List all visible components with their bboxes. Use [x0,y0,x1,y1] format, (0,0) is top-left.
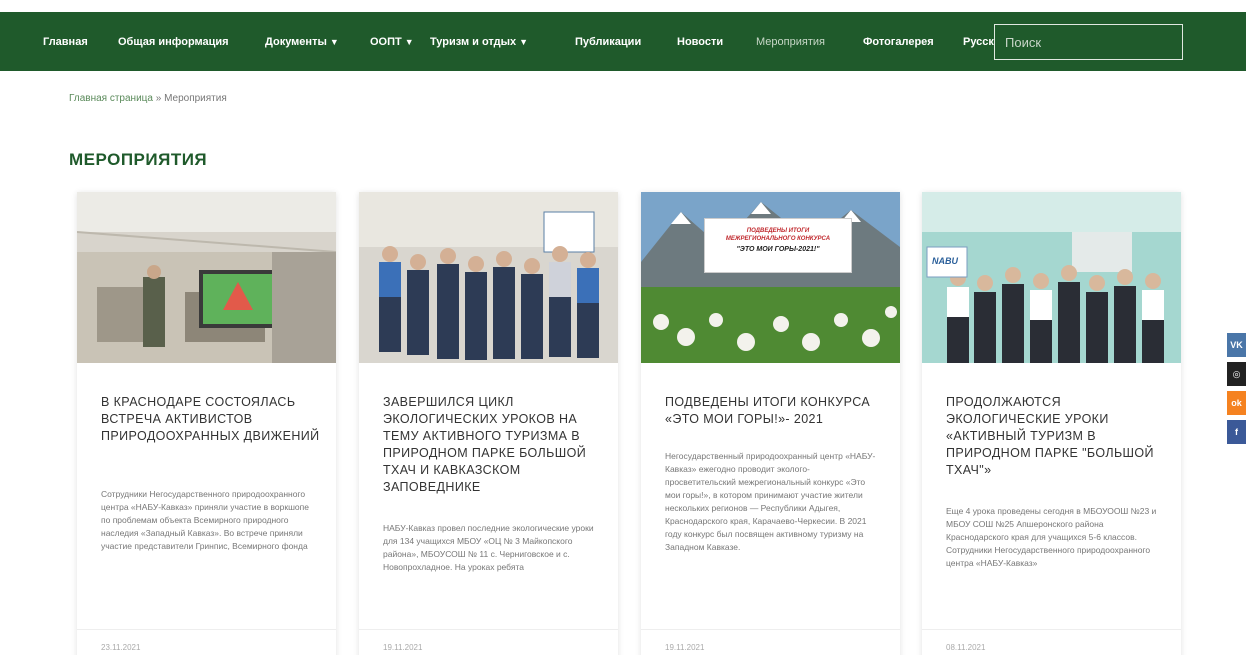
card-excerpt: Негосударственный природоохранный центр … [665,451,876,552]
vk-icon[interactable]: VK [1227,333,1246,357]
card-date: 19.11.2021 [665,643,705,652]
nav-item-oopt[interactable]: ООПТ ▼ [370,12,414,71]
instagram-icon[interactable]: ◎ [1227,362,1246,386]
search-input[interactable] [994,24,1183,60]
nav-item-label: ООПТ [370,35,402,48]
card-date: 08.11.2021 [946,643,986,652]
event-card[interactable]: NABU ПРОДОЛЖАЮТСЯ ЭКОЛОГИЧЕСКИЕ УРОКИ «А… [922,192,1181,655]
odnoklassniki-icon[interactable]: ok [1227,391,1246,415]
social-bar: VK ◎ ok f [1227,333,1246,449]
chevron-down-icon: ▼ [329,36,339,47]
nav-item-label: Главная [43,35,88,48]
nav-item-label: Новости [677,35,724,48]
nav-item-label: Документы [265,35,327,48]
breadcrumb: Главная страница » Мероприятия [69,93,227,104]
card-date: 19.11.2021 [383,643,423,652]
card-image-mountain-banner[interactable]: ПОДВЕДЕНЫ ИТОГИ МЕЖРЕГИОНАЛЬНОГО КОНКУРС… [641,192,900,363]
nav-item-gallery[interactable]: Фотогалерея [863,12,934,71]
card-date: 23.11.2021 [101,643,141,652]
chevron-down-icon: ▼ [519,36,529,47]
nav-item-documents[interactable]: Документы ▼ [265,12,339,71]
event-card[interactable]: В КРАСНОДАРЕ СОСТОЯЛАСЬ ВСТРЕЧА АКТИВИСТ… [77,192,336,655]
card-title[interactable]: ЗАВЕРШИЛСЯ ЦИКЛ ЭКОЛОГИЧЕСКИХ УРОКОВ НА … [383,394,603,496]
card-excerpt: Сотрудники Негосударственного природоохр… [101,489,309,551]
card-divider [77,629,336,630]
contest-banner: ПОДВЕДЕНЫ ИТОГИ МЕЖРЕГИОНАЛЬНОГО КОНКУРС… [704,218,852,273]
breadcrumb-separator: » [155,93,162,104]
card-divider [922,629,1181,630]
card-image-group-photo[interactable] [359,192,618,363]
nav-item-publications[interactable]: Публикации [575,12,641,71]
banner-line: "ЭТО МОИ ГОРЫ-2021!" [736,246,820,253]
card-title[interactable]: ПОДВЕДЕНЫ ИТОГИ КОНКУРСА «ЭТО МОИ ГОРЫ!»… [665,394,885,428]
card-title[interactable]: В КРАСНОДАРЕ СОСТОЯЛАСЬ ВСТРЕЧА АКТИВИСТ… [101,394,321,445]
card-excerpt: Еще 4 урока проведены сегодня в МБОУООШ … [946,506,1157,568]
nav-item-events[interactable]: Мероприятия [756,12,825,71]
nav-item-label: Фотогалерея [863,35,934,48]
nav-item-label: Мероприятия [756,35,825,48]
nabu-logo: NABU [932,256,958,266]
nav-item-news[interactable]: Новости [677,12,723,71]
nav-item-label: Общая информация [118,35,229,48]
banner-line: ПОДВЕДЕНЫ ИТОГИ [746,228,810,234]
card-image-classroom[interactable] [77,192,336,363]
card-divider [641,629,900,630]
nav-item-tourism[interactable]: Туризм и отдых ▼ [430,12,528,71]
nav-item-label: Публикации [575,35,642,48]
nav-item-home[interactable]: Главная [43,12,88,71]
nav-item-label: Туризм и отдых [430,35,517,48]
chevron-down-icon: ▼ [404,36,414,47]
card-title[interactable]: ПРОДОЛЖАЮТСЯ ЭКОЛОГИЧЕСКИЕ УРОКИ «АКТИВН… [946,394,1166,479]
event-card[interactable]: ЗАВЕРШИЛСЯ ЦИКЛ ЭКОЛОГИЧЕСКИХ УРОКОВ НА … [359,192,618,655]
page-title: МЕРОПРИЯТИЯ [69,150,208,169]
card-divider [359,629,618,630]
facebook-icon[interactable]: f [1227,420,1246,444]
card-excerpt: НАБУ-Кавказ провел последние экологическ… [383,523,594,572]
nav-item-general-info[interactable]: Общая информация [118,12,229,71]
breadcrumb-current: Мероприятия [164,93,227,104]
banner-line: МЕЖРЕГИОНАЛЬНОГО КОНКУРСА [725,236,831,242]
event-card[interactable]: ПОДВЕДЕНЫ ИТОГИ МЕЖРЕГИОНАЛЬНОГО КОНКУРС… [641,192,900,655]
card-image-class-photo[interactable]: NABU [922,192,1181,363]
breadcrumb-home-link[interactable]: Главная страница [69,93,153,104]
